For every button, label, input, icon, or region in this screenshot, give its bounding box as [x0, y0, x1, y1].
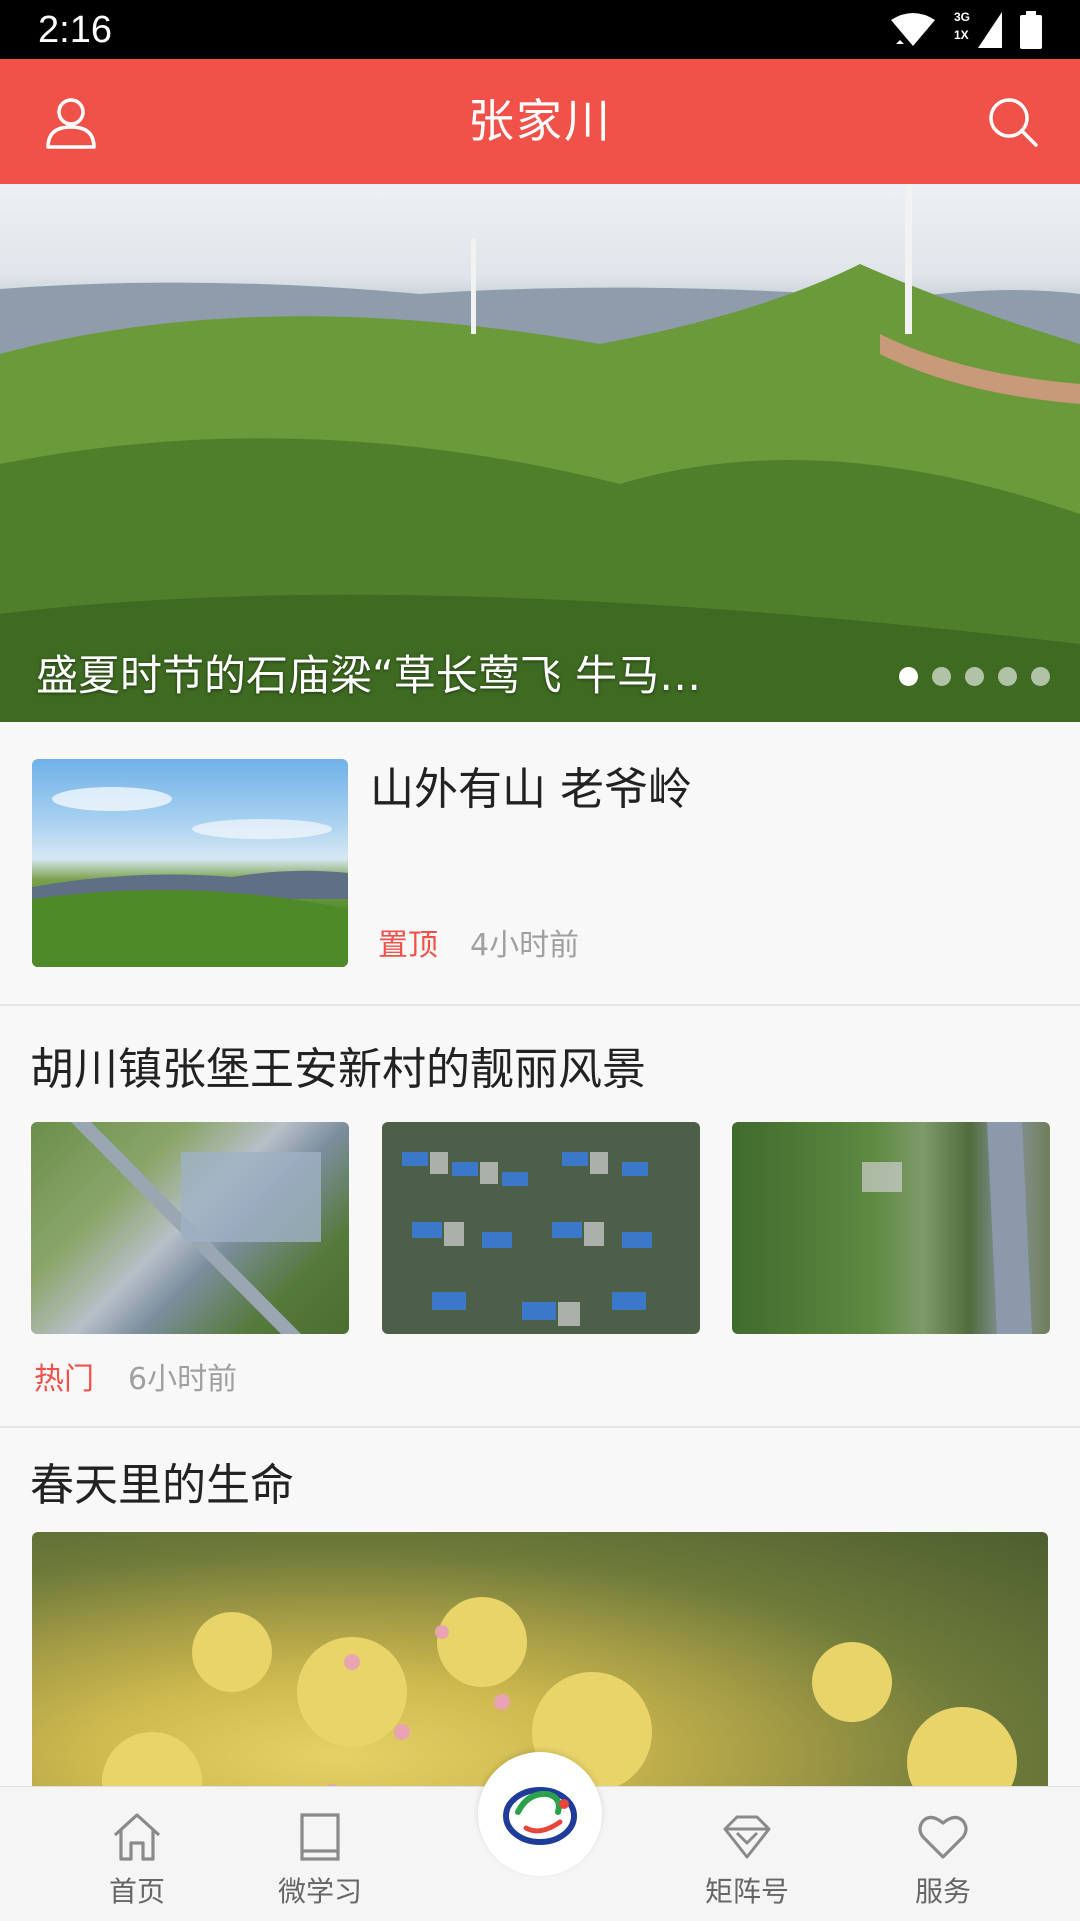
home-icon: [113, 1813, 161, 1861]
status-bar: 2:16 3G 1X: [0, 0, 1080, 59]
network-label-bottom: 1X: [954, 28, 969, 42]
carousel-dot-1[interactable]: [899, 667, 918, 686]
app-header: 张家川: [0, 59, 1080, 184]
article-tag: 置顶: [378, 928, 438, 963]
article-image-1: [31, 1122, 349, 1334]
carousel-dot-3[interactable]: [965, 667, 984, 686]
article-title: 胡川镇张堡王安新村的靓丽风景: [30, 1044, 646, 1095]
tab-home[interactable]: 首页: [67, 1787, 207, 1921]
tab-label: 微学习: [277, 1875, 362, 1908]
article-item-3[interactable]: 春天里的生命: [0, 1428, 1080, 1852]
article-item-2[interactable]: 胡川镇张堡王安新村的靓丽风景 热门 6小时前: [0, 1006, 1080, 1428]
article-time: 4小时前: [470, 928, 580, 963]
search-icon[interactable]: [986, 95, 1040, 149]
page-title: 张家川: [468, 94, 612, 148]
carousel-dots: [899, 667, 1050, 686]
banner-carousel[interactable]: 盛夏时节的石庙梁“草长莺飞 牛马…: [0, 184, 1080, 722]
status-icons: 3G 1X: [890, 10, 1042, 50]
status-time: 2:16: [38, 9, 112, 51]
network-label-top: 3G: [954, 10, 971, 24]
wifi-icon: [891, 13, 935, 46]
article-title: 春天里的生命: [30, 1460, 294, 1511]
battery-icon: [1020, 11, 1042, 49]
center-logo-button[interactable]: [478, 1752, 602, 1876]
article-tag: 热门: [34, 1362, 94, 1397]
tab-label: 矩阵号: [704, 1875, 789, 1908]
tab-label: 首页: [108, 1875, 165, 1908]
signal-indicator: 3G 1X: [954, 10, 1002, 50]
banner-caption[interactable]: 盛夏时节的石庙梁“草长莺飞 牛马…: [36, 650, 701, 702]
heart-icon: [918, 1815, 968, 1859]
diamond-icon: [723, 1815, 771, 1859]
signal-icon: [978, 12, 1002, 48]
article-image-2: [382, 1122, 700, 1334]
article-title: 山外有山 老爷岭: [370, 764, 692, 815]
article-image-3: [732, 1122, 1050, 1334]
article-time: 6小时前: [128, 1362, 238, 1397]
book-icon: [300, 1813, 340, 1861]
tab-label: 服务: [914, 1875, 971, 1908]
carousel-dot-4[interactable]: [998, 667, 1017, 686]
tab-study[interactable]: 微学习: [250, 1787, 390, 1921]
tab-service[interactable]: 服务: [873, 1787, 1013, 1921]
carousel-dot-2[interactable]: [932, 667, 951, 686]
article-thumbnail: [32, 759, 348, 967]
tab-matrix[interactable]: 矩阵号: [677, 1787, 817, 1921]
carousel-dot-5[interactable]: [1031, 667, 1050, 686]
app-logo-icon: [503, 1787, 577, 1845]
article-item-1[interactable]: 山外有山 老爷岭 置顶 4小时前: [0, 722, 1080, 1006]
banner-image: [0, 184, 1080, 722]
